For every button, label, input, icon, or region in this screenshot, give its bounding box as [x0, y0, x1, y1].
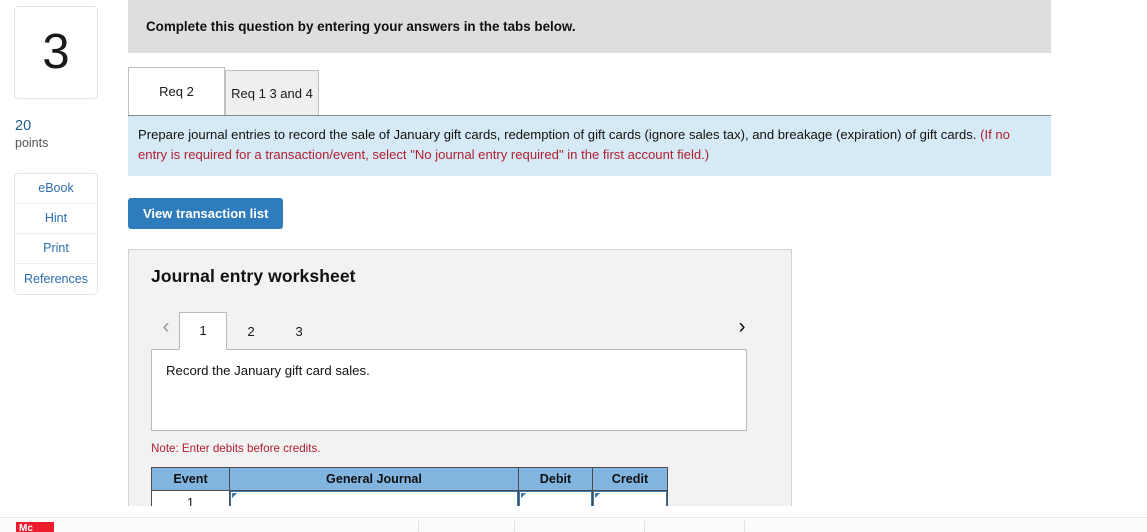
worksheet-tab-2[interactable]: 2: [227, 315, 275, 349]
tool-list: eBook Hint Print References: [14, 172, 98, 295]
credit-input-row-1[interactable]: [593, 491, 667, 506]
cell-general-journal-1: [229, 489, 519, 506]
worksheet-tab-3[interactable]: 3: [275, 315, 323, 349]
footer-divider: [744, 521, 745, 532]
tab-req-1-3-and-4-label: Req 1 3 and 4: [231, 85, 313, 101]
points-value: 20: [15, 118, 32, 134]
scroll-viewport[interactable]: 3 20 points eBook Hint Print References …: [0, 0, 1147, 506]
worksheet-tab-2-label: 2: [247, 324, 255, 340]
journal-entry-worksheet-panel: Journal entry worksheet ‹ 1 2 3 › Record…: [128, 248, 792, 506]
column-header-general-journal: General Journal: [229, 466, 519, 491]
footer-divider: [418, 521, 419, 532]
main-column: Complete this question by entering your …: [128, 0, 1147, 506]
question-page: 3 20 points eBook Hint Print References …: [0, 0, 1147, 532]
worksheet-tab-1[interactable]: 1: [179, 311, 227, 350]
tab-req-2-label: Req 2: [159, 84, 194, 99]
cell-event-1: 1: [151, 489, 230, 506]
worksheet-tab-3-label: 3: [295, 324, 303, 340]
cell-credit-1: [592, 489, 668, 506]
chevron-right-icon[interactable]: ›: [729, 309, 755, 345]
view-transaction-list-button[interactable]: View transaction list: [128, 197, 284, 229]
mcgraw-hill-logo: Mc: [16, 522, 54, 532]
tool-item-references[interactable]: References: [15, 263, 97, 294]
column-header-debit: Debit: [518, 466, 593, 491]
footer-divider: [644, 521, 645, 532]
app-footer: Mc: [0, 517, 1147, 532]
worksheet-tab-1-label: 1: [199, 323, 207, 339]
viewport-gap: [0, 506, 1147, 517]
footer-divider: [514, 521, 515, 532]
entry-description-text: Record the January gift card sales.: [166, 362, 370, 378]
tab-req-2[interactable]: Req 2: [128, 67, 225, 115]
entry-description-box: Record the January gift card sales.: [151, 348, 747, 431]
account-select-row-1[interactable]: [230, 491, 518, 506]
cell-debit-1: [518, 489, 593, 506]
question-number-box: 3: [14, 6, 98, 99]
complete-question-bar: Complete this question by entering your …: [128, 0, 1051, 53]
tab-req-1-3-and-4[interactable]: Req 1 3 and 4: [225, 70, 319, 115]
worksheet-entry-tabs: ‹ 1 2 3 ›: [151, 307, 769, 350]
journal-entry-table: Event General Journal Debit Credit 1: [151, 466, 668, 506]
chevron-left-icon[interactable]: ‹: [153, 309, 179, 345]
question-number: 3: [42, 25, 70, 79]
debits-before-credits-note: Note: Enter debits before credits.: [151, 441, 321, 455]
table-header-row: Event General Journal Debit Credit: [151, 466, 668, 491]
tool-item-print[interactable]: Print: [15, 233, 97, 264]
column-header-credit: Credit: [592, 466, 668, 491]
table-row: 1: [151, 489, 668, 506]
requirement-tabs: Req 2 Req 1 3 and 4: [128, 67, 1051, 115]
worksheet-title: Journal entry worksheet: [151, 265, 356, 286]
question-rail: 3 20 points eBook Hint Print References: [14, 6, 98, 295]
tool-item-ebook[interactable]: eBook: [15, 173, 97, 204]
complete-question-text: Complete this question by entering your …: [146, 19, 576, 34]
debit-input-row-1[interactable]: [519, 491, 592, 506]
instruction-banner: Prepare journal entries to record the sa…: [128, 115, 1051, 176]
points-block: 20 points: [14, 118, 98, 151]
column-header-event: Event: [151, 466, 230, 491]
instruction-body: Prepare journal entries to record the sa…: [138, 127, 977, 142]
points-label: points: [15, 135, 49, 150]
tool-item-hint[interactable]: Hint: [15, 203, 97, 234]
